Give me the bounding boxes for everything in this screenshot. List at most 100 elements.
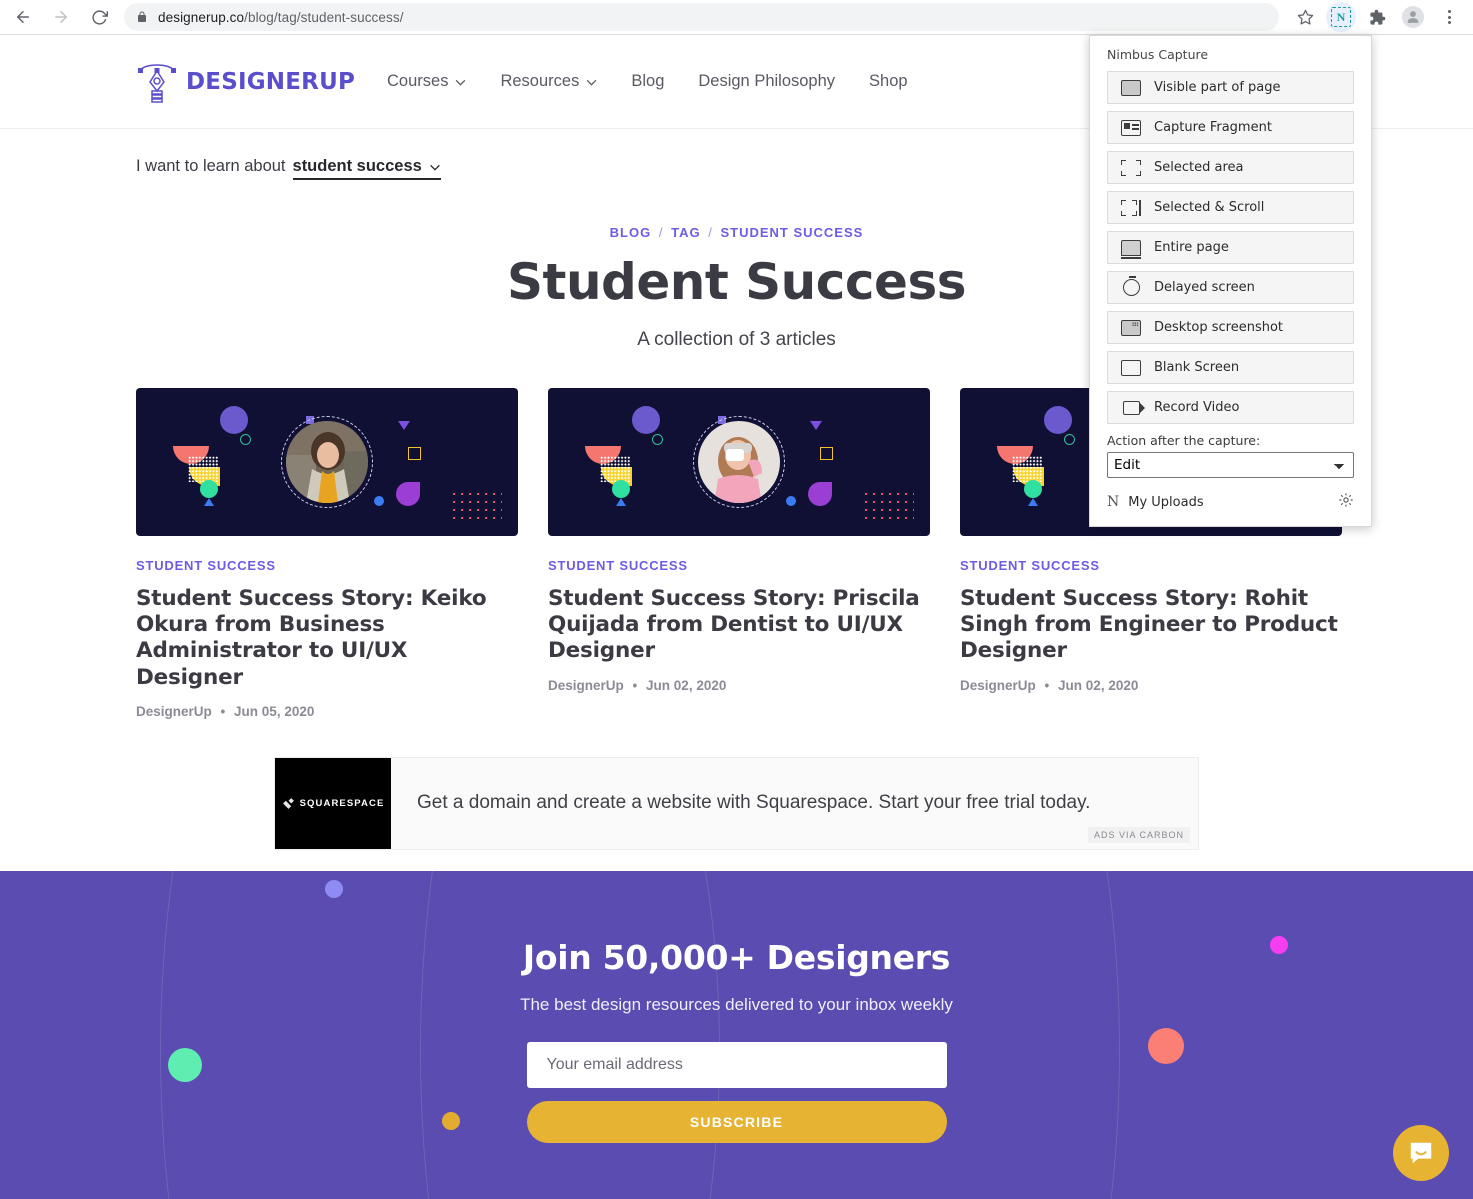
newsletter-section: Join 50,000+ Designers The best design r… xyxy=(0,871,1473,1199)
article-date: Jun 05, 2020 xyxy=(234,703,315,719)
fragment-icon xyxy=(1108,119,1154,136)
nav-item-courses[interactable]: Courses xyxy=(387,72,466,91)
article-title[interactable]: Student Success Story: Priscila Quijada … xyxy=(548,586,930,665)
toolbar-right-actions: N xyxy=(1287,2,1467,32)
article-title[interactable]: Student Success Story: Rohit Singh from … xyxy=(960,586,1342,665)
forward-arrow-icon[interactable] xyxy=(46,2,76,32)
nimbus-item-label: Entire page xyxy=(1154,240,1229,255)
lock-icon xyxy=(136,11,148,23)
nimbus-popup-footer: N My Uploads xyxy=(1107,492,1354,512)
article-date: Jun 02, 2020 xyxy=(646,677,727,693)
address-bar[interactable]: designerup.co/blog/tag/student-success/ xyxy=(124,3,1279,31)
chevron-down-icon xyxy=(455,72,466,91)
main-navigation: Courses Resources Blog Design Philosophy… xyxy=(387,72,942,91)
article-author: DesignerUp xyxy=(960,677,1036,693)
article-meta: DesignerUp • Jun 02, 2020 xyxy=(548,678,930,693)
nimbus-popup-title: Nimbus Capture xyxy=(1107,47,1209,62)
email-input[interactable] xyxy=(526,1042,947,1088)
nimbus-n-icon: N xyxy=(1107,494,1120,510)
nimbus-visible-part-of-page[interactable]: Visible part of page xyxy=(1107,71,1354,104)
selected-scroll-icon xyxy=(1108,199,1154,216)
desktop-icon xyxy=(1108,319,1154,336)
learn-about-prefix: I want to learn about xyxy=(136,157,286,175)
visible-part-icon xyxy=(1108,79,1154,96)
nimbus-item-label: Delayed screen xyxy=(1154,280,1255,295)
gear-icon[interactable] xyxy=(1338,492,1354,512)
squarespace-logo-icon: SQUARESPACE xyxy=(275,757,391,849)
ads-via-carbon-label[interactable]: ADS VIA CARBON xyxy=(1087,826,1190,843)
article-tag[interactable]: STUDENT SUCCESS xyxy=(136,558,518,573)
subscribe-button[interactable]: SUBSCRIBE xyxy=(526,1101,947,1143)
nimbus-capture-fragment[interactable]: Capture Fragment xyxy=(1107,111,1354,144)
article-tag[interactable]: STUDENT SUCCESS xyxy=(960,558,1342,573)
article-meta: DesignerUp • Jun 02, 2020 xyxy=(960,678,1342,693)
article-title[interactable]: Student Success Story: Keiko Okura from … xyxy=(136,586,518,691)
nimbus-desktop-screenshot[interactable]: Desktop screenshot xyxy=(1107,311,1354,344)
chevron-down-icon xyxy=(586,72,597,91)
article-thumbnail xyxy=(548,388,930,536)
action-after-capture-label: Action after the capture: xyxy=(1107,433,1261,448)
nimbus-record-video[interactable]: Record Video xyxy=(1107,391,1354,424)
selected-area-icon xyxy=(1108,159,1154,176)
entire-page-icon xyxy=(1108,239,1154,259)
article-date: Jun 02, 2020 xyxy=(1058,677,1139,693)
video-camera-icon xyxy=(1108,400,1154,415)
article-tag[interactable]: STUDENT SUCCESS xyxy=(548,558,930,573)
profile-avatar-icon[interactable] xyxy=(1398,2,1428,32)
article-author-photo xyxy=(286,421,368,503)
nimbus-item-label: Capture Fragment xyxy=(1154,120,1272,135)
nav-item-resources[interactable]: Resources xyxy=(500,72,597,91)
newsletter-title: Join 50,000+ Designers xyxy=(522,938,951,977)
nav-label: Courses xyxy=(387,72,449,90)
meta-separator: • xyxy=(1044,677,1050,693)
learn-about-selected: student success xyxy=(292,157,422,175)
action-after-capture-select[interactable]: Edit xyxy=(1107,452,1354,478)
article-author: DesignerUp xyxy=(136,703,212,719)
breadcrumb-blog[interactable]: BLOG xyxy=(610,225,652,240)
breadcrumb-tag[interactable]: TAG xyxy=(671,225,700,240)
carbon-ad[interactable]: SQUARESPACE Get a domain and create a we… xyxy=(274,756,1199,850)
meta-separator: • xyxy=(632,677,638,693)
nav-item-shop[interactable]: Shop xyxy=(869,72,908,91)
breadcrumb-separator: / xyxy=(658,225,664,240)
nimbus-item-label: Visible part of page xyxy=(1154,80,1281,95)
avatar xyxy=(1402,6,1424,28)
article-author-photo xyxy=(698,421,780,503)
nimbus-blank-screen[interactable]: Blank Screen xyxy=(1107,351,1354,384)
article-card[interactable]: STUDENT SUCCESS Student Success Story: P… xyxy=(548,388,930,719)
nimbus-selected-area[interactable]: Selected area xyxy=(1107,151,1354,184)
back-arrow-icon[interactable] xyxy=(8,2,38,32)
nimbus-item-label: Blank Screen xyxy=(1154,360,1240,375)
star-icon[interactable] xyxy=(1290,2,1320,32)
site-logo[interactable]: DESIGNERUP xyxy=(136,59,355,105)
nimbus-entire-page[interactable]: Entire page xyxy=(1107,231,1354,264)
intercom-chat-icon[interactable] xyxy=(1393,1125,1449,1181)
blank-screen-icon xyxy=(1108,359,1154,376)
nimbus-item-label: Selected area xyxy=(1154,160,1244,175)
nimbus-capture-popup: Nimbus Capture Visible part of page Capt… xyxy=(1089,35,1372,527)
ad-copy[interactable]: Get a domain and create a website with S… xyxy=(391,758,1198,849)
nimbus-item-label: Record Video xyxy=(1154,400,1240,415)
chevron-down-icon xyxy=(429,157,441,176)
nimbus-extension-button[interactable]: N xyxy=(1326,2,1356,32)
breadcrumb-student-success[interactable]: STUDENT SUCCESS xyxy=(720,225,863,240)
breadcrumb-separator: / xyxy=(708,225,713,240)
nimbus-delayed-screen[interactable]: Delayed screen xyxy=(1107,271,1354,304)
extensions-puzzle-icon[interactable] xyxy=(1362,2,1392,32)
url-text: designerup.co/blog/tag/student-success/ xyxy=(158,9,404,25)
nimbus-selected-and-scroll[interactable]: Selected & Scroll xyxy=(1107,191,1354,224)
nav-item-blog[interactable]: Blog xyxy=(631,72,664,91)
reload-icon[interactable] xyxy=(84,2,114,32)
article-meta: DesignerUp • Jun 05, 2020 xyxy=(136,704,518,719)
pen-nib-lightbulb-icon xyxy=(136,59,178,105)
nav-item-design-philosophy[interactable]: Design Philosophy xyxy=(698,72,835,91)
article-thumbnail xyxy=(136,388,518,536)
article-card[interactable]: STUDENT SUCCESS Student Success Story: K… xyxy=(136,388,518,719)
nimbus-item-label: Desktop screenshot xyxy=(1154,320,1284,335)
ad-wrapper: SQUARESPACE Get a domain and create a we… xyxy=(0,756,1473,850)
learn-about-dropdown[interactable]: student success xyxy=(292,157,441,180)
timer-icon xyxy=(1108,276,1154,296)
my-uploads-link[interactable]: N My Uploads xyxy=(1107,494,1204,510)
nav-label: Resources xyxy=(500,72,580,90)
three-dot-menu-icon[interactable] xyxy=(1434,2,1464,32)
